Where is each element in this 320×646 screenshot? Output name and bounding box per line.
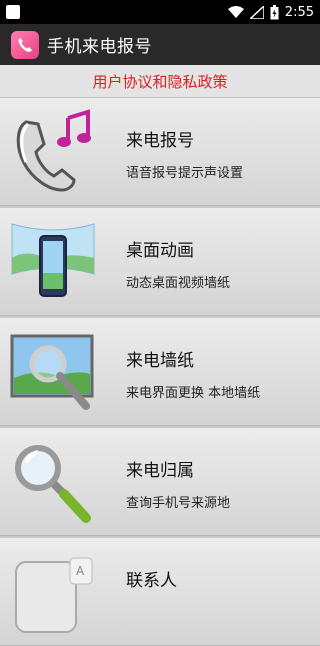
menu-item-desktop-animation[interactable]: 桌面动画 动态桌面视频墙纸 [0,208,320,316]
status-bar: 2:55 [0,0,320,24]
menu-item-subtitle: 语音报号提示声设置 [126,166,244,181]
menu-item-title: 来电墙纸 [126,351,194,371]
picture-magnifier-icon [10,334,94,410]
menu-item-number-location[interactable]: 来电归属 查询手机号来源地 [0,428,320,536]
menu-item-title: 来电报号 [126,131,194,151]
menu-item-subtitle: 动态桌面视频墙纸 [126,276,231,291]
app-bar: 手机来电报号 [0,24,320,65]
battery-icon [270,4,279,19]
phone-wallpaper-icon [11,223,95,297]
menu-item-title: 桌面动画 [126,241,194,261]
menu-item-subtitle: 来电界面更换 本地墙纸 [126,386,261,401]
menu-item-title: 联系人 [126,571,177,591]
svg-text:A: A [76,564,85,578]
status-time: 2:55 [284,4,314,20]
menu-item-call-announce[interactable]: 来电报号 语音报号提示声设置 [0,98,320,206]
menu-list: 来电报号 语音报号提示声设置 桌面动画 动态桌面视频墙纸 来电墙纸 来电界面更换… [0,98,320,646]
signal-icon [249,5,264,19]
wifi-icon [227,5,244,18]
menu-item-contacts[interactable]: A 联系人 [0,538,320,646]
policy-link[interactable]: 用户协议和隐私政策 [0,65,320,98]
phone-music-icon [16,109,91,192]
contacts-icon: A [15,557,93,633]
menu-item-call-wallpaper[interactable]: 来电墙纸 来电界面更换 本地墙纸 [0,318,320,426]
phone-app-icon [11,30,39,59]
notification-icon [6,5,20,19]
app-title: 手机来电报号 [47,37,152,57]
magnifier-icon [15,445,91,523]
menu-item-subtitle: 查询手机号来源地 [126,496,231,511]
menu-item-title: 来电归属 [126,461,194,481]
